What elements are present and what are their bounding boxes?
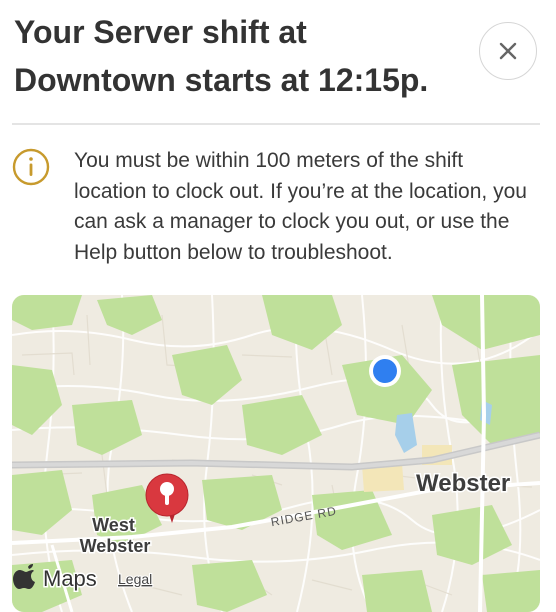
notice-text: You must be within 100 meters of the shi… <box>74 149 527 264</box>
map-canvas[interactable]: RIDGE RD Webster West Webster Maps Legal <box>12 295 540 612</box>
divider <box>12 123 540 125</box>
close-icon <box>499 42 517 60</box>
map[interactable]: RIDGE RD Webster West Webster Maps Legal <box>12 295 540 612</box>
place-label-webster: Webster <box>416 470 510 497</box>
page-title: Your Server shift at Downtown starts at … <box>14 14 429 98</box>
close-button[interactable] <box>479 22 537 80</box>
info-icon <box>12 148 50 186</box>
header: Your Server shift at Downtown starts at … <box>0 0 556 120</box>
user-location-icon <box>369 355 401 387</box>
legal-link[interactable]: Legal <box>117 570 153 588</box>
maps-brand: Maps <box>43 566 97 591</box>
